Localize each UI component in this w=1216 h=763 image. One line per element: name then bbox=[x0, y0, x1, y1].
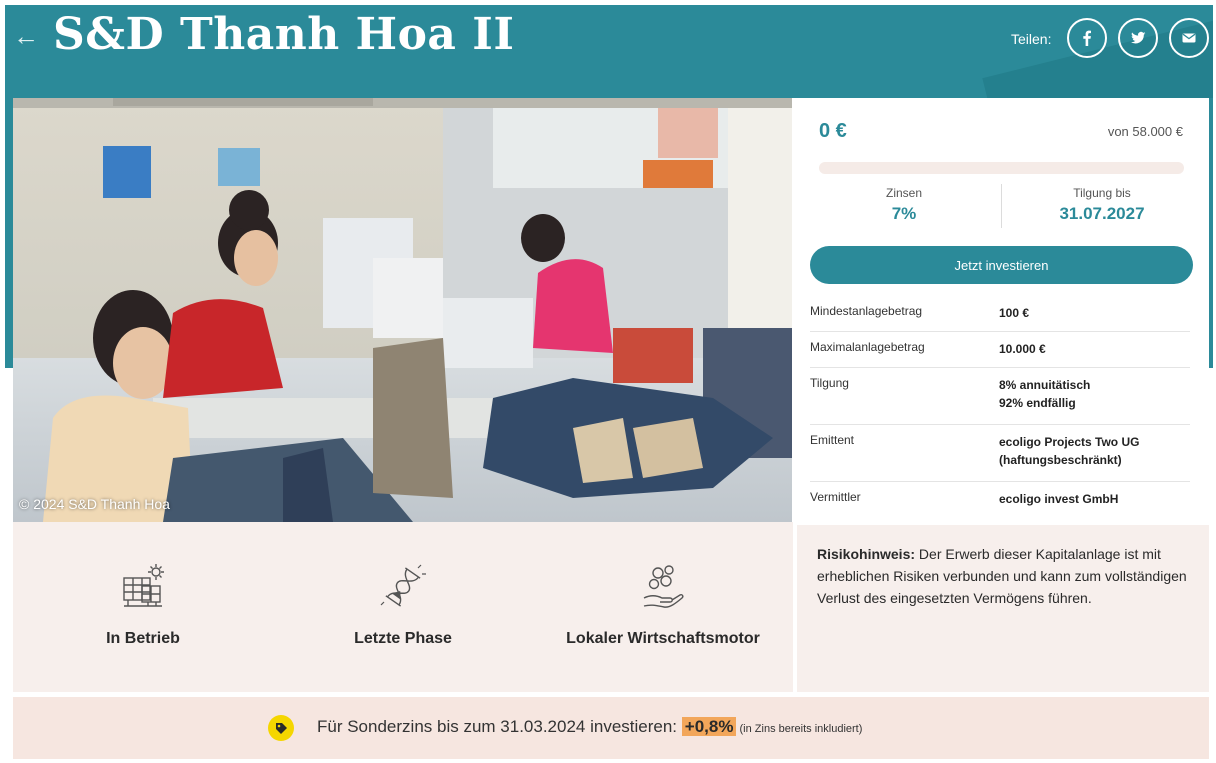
photo-credit: © 2024 S&D Thanh Hoa bbox=[19, 496, 170, 512]
feature-last-phase: Letzte Phase bbox=[293, 562, 513, 651]
fact-value: 8% annuitätisch 92% endfällig bbox=[999, 378, 1091, 410]
feature-local-economy: Lokaler Wirtschaftsmotor bbox=[553, 562, 773, 651]
fact-row: Mindestanlagebetrag 100 € bbox=[810, 296, 1190, 332]
fact-key: Emittent bbox=[810, 433, 855, 447]
interest-value: 7% bbox=[891, 204, 917, 223]
funded-amount: 0 € bbox=[819, 120, 847, 142]
page-title: S&D Thanh Hoa II bbox=[53, 9, 515, 60]
facebook-icon bbox=[1083, 30, 1091, 46]
repayment-block: Tilgung bis 31.07.2027 bbox=[1012, 186, 1192, 224]
back-arrow-icon[interactable]: ← bbox=[13, 21, 39, 51]
repayment-value: 31.07.2027 bbox=[1059, 204, 1145, 223]
coins-hand-icon bbox=[643, 565, 684, 608]
envelope-icon bbox=[1182, 33, 1196, 43]
fact-row: Maximalanlagebetrag 10.000 € bbox=[810, 332, 1190, 368]
fact-key: Maximalanlagebetrag bbox=[810, 340, 925, 354]
promo-text-line: Für Sonderzins bis zum 31.03.2024 invest… bbox=[317, 717, 862, 737]
fact-value: 10.000 € bbox=[999, 342, 1046, 356]
feature-label: Lokaler Wirtschaftsmotor bbox=[566, 630, 760, 647]
risk-notice: Risikohinweis: Der Erwerb dieser Kapital… bbox=[797, 525, 1209, 692]
funding-target: von 58.000 € bbox=[1107, 124, 1183, 139]
fact-row: Vermittler ecoligo invest GmbH bbox=[810, 482, 1190, 517]
fact-key: Mindestanlagebetrag bbox=[810, 304, 923, 318]
promo-note: (in Zins bereits inkludiert) bbox=[736, 723, 863, 735]
fact-key: Tilgung bbox=[810, 376, 849, 390]
facts-table: Mindestanlagebetrag 100 € Maximalanlageb… bbox=[810, 296, 1190, 517]
factory-workers-image bbox=[13, 98, 792, 522]
project-photo: © 2024 S&D Thanh Hoa bbox=[13, 98, 792, 522]
fact-value: ecoligo Projects Two UG (haftungsbeschrä… bbox=[999, 435, 1140, 467]
solar-panel-icon bbox=[123, 564, 164, 607]
fact-row: Tilgung 8% annuitätisch 92% endfällig bbox=[810, 368, 1190, 425]
page-header: ← S&D Thanh Hoa II Teilen: bbox=[5, 5, 1213, 98]
divider bbox=[1001, 184, 1002, 228]
fact-key: Vermittler bbox=[810, 490, 861, 504]
interest-label: Zinsen bbox=[885, 186, 923, 200]
hourglass-icon bbox=[380, 564, 426, 607]
feature-in-operation: In Betrieb bbox=[33, 562, 253, 651]
share-email-button[interactable] bbox=[1169, 18, 1209, 58]
funding-progress-bar bbox=[819, 162, 1184, 174]
fact-value: 100 € bbox=[999, 306, 1030, 320]
share-facebook-button[interactable] bbox=[1067, 18, 1107, 58]
share-label: Teilen: bbox=[1011, 31, 1052, 47]
invest-now-button[interactable]: Jetzt investieren bbox=[810, 246, 1193, 284]
twitter-icon bbox=[1131, 31, 1146, 44]
risk-heading: Risikohinweis: bbox=[817, 546, 916, 562]
fact-value: ecoligo invest GmbH bbox=[999, 492, 1119, 506]
fact-row: Emittent ecoligo Projects Two UG (haftun… bbox=[810, 425, 1190, 482]
project-features: In Betrieb Letzte Phase Lokaler Wirtscha… bbox=[13, 522, 793, 692]
promo-bonus-rate: +0,8% bbox=[681, 717, 737, 736]
interest-block: Zinsen 7% bbox=[819, 186, 989, 224]
tag-icon bbox=[268, 715, 294, 741]
promo-text: Für Sonderzins bis zum 31.03.2024 invest… bbox=[317, 717, 682, 736]
bonus-interest-banner: Für Sonderzins bis zum 31.03.2024 invest… bbox=[13, 697, 1209, 759]
feature-label: In Betrieb bbox=[106, 630, 180, 647]
repayment-label: Tilgung bis bbox=[1073, 186, 1131, 200]
feature-label: Letzte Phase bbox=[354, 630, 452, 647]
investment-panel: 0 € von 58.000 € Zinsen 7% Tilgung bis 3… bbox=[792, 98, 1209, 522]
share-twitter-button[interactable] bbox=[1118, 18, 1158, 58]
